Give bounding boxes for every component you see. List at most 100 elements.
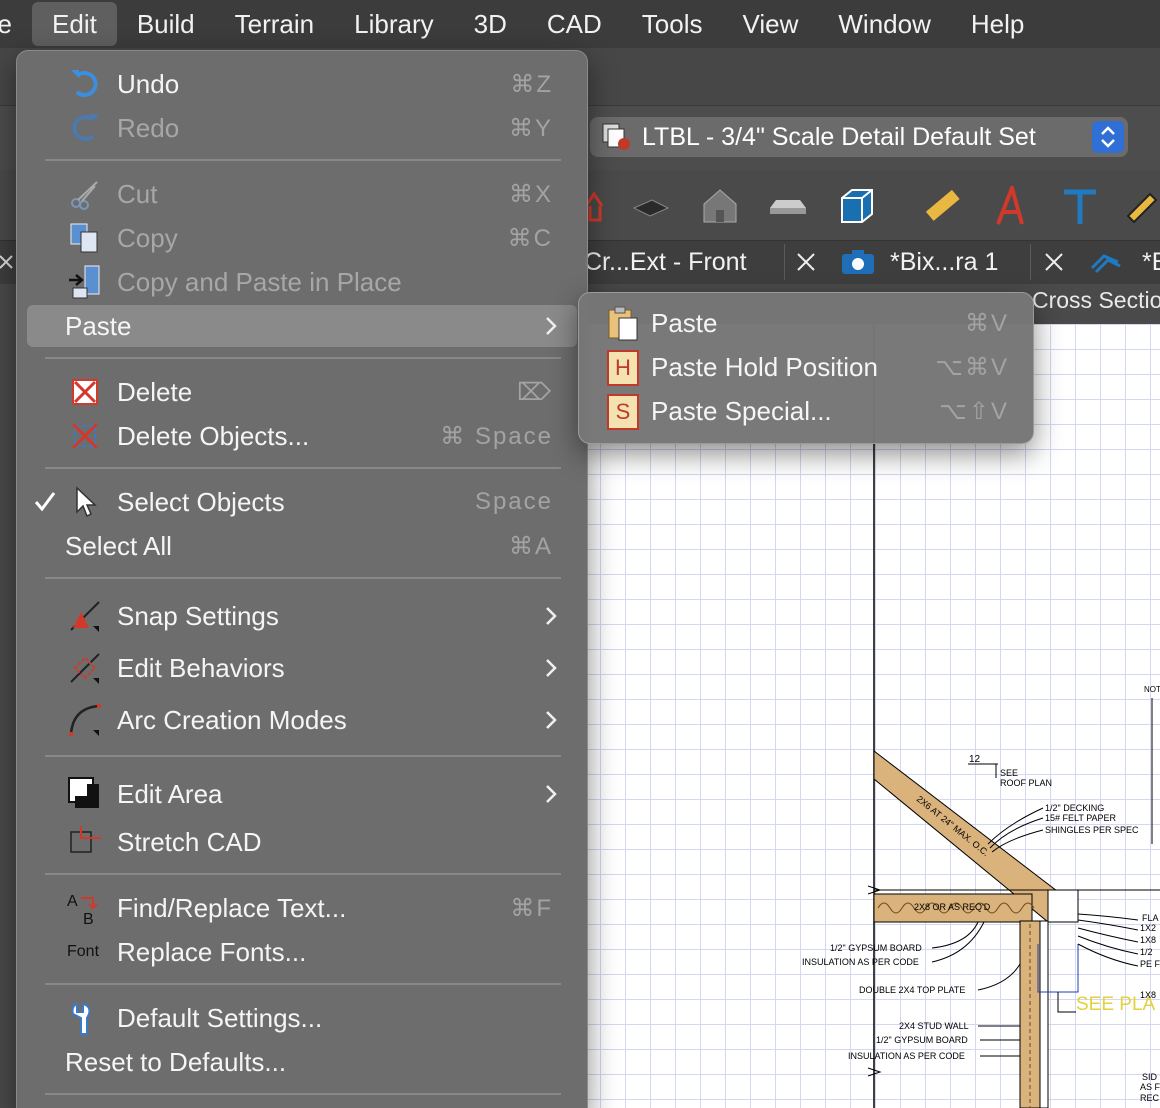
- tab-cross-ext-front[interactable]: Cr...Ext - Front: [584, 240, 747, 284]
- svg-text:B: B: [83, 911, 94, 926]
- insulation-label-2: INSULATION AS PER CODE: [848, 1051, 965, 1061]
- default-set-select[interactable]: LTBL - 3/4" Scale Detail Default Set: [590, 117, 1128, 157]
- tab-partial[interactable]: *E: [1142, 240, 1160, 284]
- menu-file[interactable]: ile: [0, 2, 32, 46]
- menu-window[interactable]: Window: [818, 2, 950, 46]
- insulation-label: INSULATION AS PER CODE: [802, 957, 919, 967]
- tab-label: *E: [1142, 247, 1160, 276]
- menu-separator: [45, 357, 561, 359]
- tab-divider: [1030, 244, 1031, 280]
- clipboard-paste-icon: [608, 306, 638, 341]
- menu-separator: [45, 983, 561, 985]
- menu-build[interactable]: Build: [117, 2, 215, 46]
- ruler-icon[interactable]: [922, 186, 962, 226]
- see-roof-plan-label-2: ROOF PLAN: [1000, 778, 1052, 788]
- submenu-item-paste-special[interactable]: S Paste Special... ⌥⇧V: [587, 391, 1027, 433]
- menu-item-arc-creation-modes[interactable]: Arc Creation Modes: [27, 699, 577, 741]
- tab-divider: [784, 244, 785, 280]
- menu-view[interactable]: View: [722, 2, 818, 46]
- menu-item-snap-settings[interactable]: Snap Settings: [27, 595, 577, 637]
- edit-area-icon: [68, 777, 99, 808]
- menu-item-undo[interactable]: Undo ⌘Z: [27, 63, 577, 105]
- submenu-item-paste[interactable]: Paste ⌘V: [587, 303, 1027, 345]
- 3d-box-icon[interactable]: [836, 186, 876, 226]
- menu-library[interactable]: Library: [334, 2, 453, 46]
- menu-item-cut: Cut ⌘X: [27, 173, 577, 215]
- menu-item-select-objects[interactable]: Select Objects Space: [27, 481, 577, 523]
- gypsum-label-2: 1/2" GYPSUM BOARD: [876, 1035, 968, 1045]
- menubar: ile Edit Build Terrain Library 3D CAD To…: [0, 0, 1160, 48]
- menu-item-copy-paste-in-place: Copy and Paste in Place: [27, 261, 577, 303]
- close-icon[interactable]: [1042, 240, 1066, 284]
- edit-behaviors-icon: [70, 653, 100, 684]
- menu-item-default-settings[interactable]: Default Settings...: [27, 997, 577, 1039]
- trim-1x8b-label: 1X8: [1140, 990, 1156, 1000]
- menu-3d[interactable]: 3D: [454, 2, 527, 46]
- delete-icon: [72, 379, 98, 405]
- pointer-arrow-icon: [76, 486, 97, 518]
- fascia-board: [1047, 889, 1079, 923]
- pencil-icon[interactable]: [1122, 186, 1160, 226]
- menu-item-edit-area[interactable]: Edit Area: [27, 773, 577, 815]
- menu-edit[interactable]: Edit: [32, 2, 117, 46]
- menu-item-replace-fonts[interactable]: Font Replace Fonts...: [27, 931, 577, 973]
- replace-fonts-icon: Font: [67, 943, 100, 960]
- menu-terrain[interactable]: Terrain: [215, 2, 334, 46]
- menu-item-edit-behaviors[interactable]: Edit Behaviors: [27, 647, 577, 689]
- svg-text:A: A: [67, 893, 78, 910]
- copy-paste-in-place-icon: [69, 265, 100, 299]
- menu-separator: [45, 577, 561, 579]
- submenu-item-paste-hold-position[interactable]: H Paste Hold Position ⌥⌘V: [587, 347, 1027, 389]
- felt-label: 15# FELT PAPER: [1045, 813, 1117, 823]
- tab-cross-section[interactable]: Cross Sectio: [1032, 287, 1160, 314]
- edit-menu: Undo ⌘Z Redo ⌘Y Cut ⌘X Copy ⌘C Copy and …: [16, 50, 588, 1108]
- notes-header: NOT: [1144, 685, 1160, 694]
- default-set-icon: [602, 123, 630, 150]
- scissors-icon: [71, 181, 98, 210]
- menu-help[interactable]: Help: [951, 2, 1044, 46]
- text-style-icon[interactable]: [992, 186, 1032, 226]
- joist-label: 2X8 OR AS REQ'D: [914, 902, 991, 912]
- req-label: REC: [1140, 1093, 1160, 1103]
- undo-icon: [71, 70, 98, 97]
- menu-separator: [45, 873, 561, 875]
- tab-label: Cr...Ext - Front: [584, 247, 747, 276]
- close-icon[interactable]: [794, 240, 818, 284]
- section-view-icon: [1090, 240, 1122, 284]
- tab-close-icon[interactable]: [0, 240, 14, 284]
- menu-item-redo: Redo ⌘Y: [27, 107, 577, 149]
- menu-separator: [45, 1093, 561, 1095]
- menu-item-delete[interactable]: Delete ⌦: [27, 371, 577, 413]
- half-inch-label: 1/2: [1140, 947, 1153, 957]
- tab-bix-camera-1[interactable]: *Bix...ra 1: [890, 240, 998, 284]
- stepper-icon[interactable]: [1092, 121, 1124, 153]
- menu-item-paste[interactable]: Paste: [27, 305, 577, 347]
- dimension-12: 12: [969, 754, 981, 765]
- menu-cad[interactable]: CAD: [527, 2, 622, 46]
- menu-item-stretch-cad[interactable]: Stretch CAD: [27, 821, 577, 863]
- floor-tool-icon[interactable]: [630, 186, 670, 226]
- stud-wall-label: 2X4 STUD WALL: [899, 1021, 969, 1031]
- house-tool-icon[interactable]: [700, 186, 740, 226]
- text-tool-icon[interactable]: [1060, 186, 1100, 226]
- menu-item-delete-objects[interactable]: Delete Objects... ⌘ Space: [27, 415, 577, 457]
- decking-label: 1/2" DECKING: [1045, 803, 1104, 813]
- rafter-label: 2X6 AT 24" MAX. O.C.: [915, 794, 991, 858]
- paste-hold-position-icon: H: [607, 350, 639, 386]
- menu-item-reset-to-defaults[interactable]: Reset to Defaults...: [27, 1041, 577, 1083]
- redo-icon: [72, 114, 99, 141]
- paste-special-icon: S: [607, 394, 639, 430]
- stretch-cad-icon: [70, 826, 101, 853]
- paste-submenu: Paste ⌘V H Paste Hold Position ⌥⌘V S Pas…: [578, 292, 1034, 444]
- menu-item-select-all[interactable]: Select All ⌘A: [27, 525, 577, 567]
- menu-separator: [45, 755, 561, 757]
- chevron-right-icon: [546, 317, 557, 335]
- menu-tools[interactable]: Tools: [622, 2, 723, 46]
- gypsum-label: 1/2" GYPSUM BOARD: [830, 943, 922, 953]
- wrench-icon: [71, 1002, 91, 1035]
- menu-separator: [45, 467, 561, 469]
- chevron-right-icon: [546, 659, 557, 677]
- slab-tool-icon[interactable]: [768, 186, 808, 226]
- menu-item-find-replace-text[interactable]: AB Find/Replace Text... ⌘F: [27, 887, 577, 929]
- menu-item-copy: Copy ⌘C: [27, 217, 577, 259]
